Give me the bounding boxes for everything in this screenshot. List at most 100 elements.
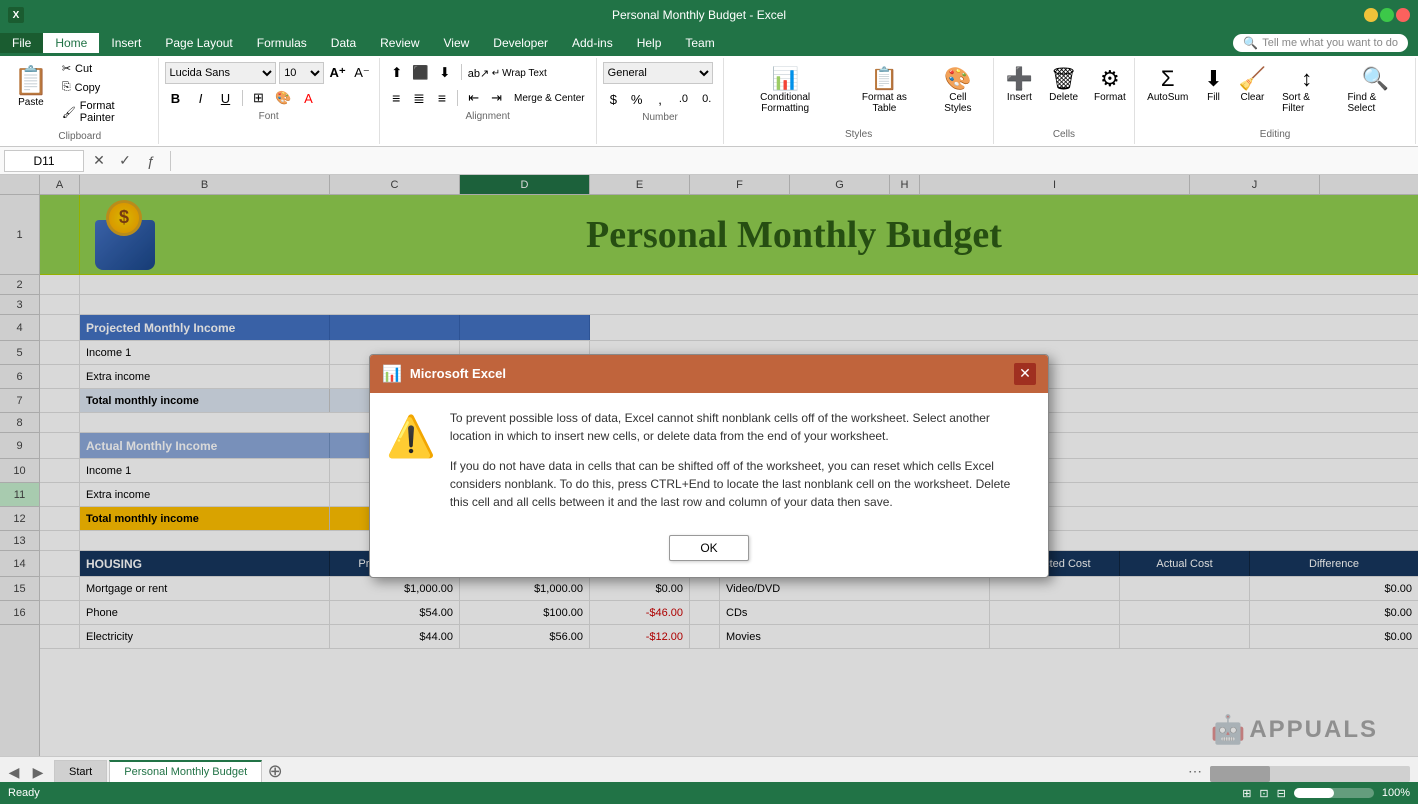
align-center-btn[interactable]: ≣ — [409, 87, 430, 109]
font-color-btn[interactable]: A — [298, 87, 320, 109]
align-right-btn[interactable]: ≡ — [431, 87, 452, 109]
menu-addins[interactable]: Add-ins — [560, 33, 625, 53]
formula-cancel-btn[interactable]: ✕ — [88, 150, 110, 172]
close-btn[interactable] — [1396, 8, 1410, 22]
delete-cells-btn[interactable]: 🗑 Delete — [1043, 62, 1084, 127]
styles-group: 📊 Conditional Formatting 📋 Format as Tab… — [724, 58, 993, 144]
orientation-btn[interactable]: ab↗ — [467, 62, 489, 84]
sort-filter-btn[interactable]: ↕ Sort & Filter — [1276, 62, 1337, 127]
font-group: Lucida Sans 10 A⁺ A⁻ B I U ⊞ 🎨 A — [159, 58, 380, 144]
currency-btn[interactable]: $ — [603, 88, 624, 110]
font-decrease-btn[interactable]: A⁻ — [351, 62, 372, 84]
add-sheet-btn[interactable]: ⊕ — [264, 760, 286, 782]
merge-center-btn[interactable]: Merge & Center — [509, 87, 590, 109]
clipboard-group: 📋 Paste ✂Cut ⎘Copy 🖌Format Painter — [2, 58, 159, 144]
app-title: Personal Monthly Budget - Excel — [34, 8, 1364, 22]
dialog-message1: To prevent possible loss of data, Excel … — [450, 409, 1032, 445]
formula-input[interactable] — [179, 150, 1414, 172]
menu-data[interactable]: Data — [319, 33, 368, 53]
dialog-overlay: 📊 Microsoft Excel ✕ ⚠️ To prevent possib… — [0, 175, 1418, 756]
view-preview-btn[interactable]: ⊟ — [1277, 787, 1286, 800]
copy-button[interactable]: ⎘Copy — [58, 79, 154, 96]
dialog-icon-left: 📊 — [382, 364, 402, 384]
dialog-message2: If you do not have data in cells that ca… — [450, 457, 1032, 511]
percent-btn[interactable]: % — [626, 88, 647, 110]
paste-button[interactable]: 📋 Paste — [6, 60, 56, 112]
number-group: General $ % , .0 0. Number — [597, 58, 725, 144]
menu-file[interactable]: File — [0, 33, 43, 53]
increase-indent-btn[interactable]: ⇥ — [486, 87, 507, 109]
wrap-text-btn[interactable]: ↵Wrap Text — [491, 62, 561, 84]
comma-btn[interactable]: , — [649, 88, 670, 110]
cut-button[interactable]: ✂Cut — [58, 60, 154, 77]
copy-label: Copy — [75, 82, 101, 94]
nav-left-btn[interactable]: ◀ — [4, 762, 24, 782]
search-box[interactable]: 🔍 Tell me what you want to do — [1233, 34, 1408, 52]
number-format-select[interactable]: General — [603, 62, 713, 84]
font-size-select[interactable]: 10 — [279, 62, 324, 84]
menu-view[interactable]: View — [432, 33, 482, 53]
zoom-level: 100% — [1382, 787, 1410, 799]
font-group-label: Font — [165, 111, 373, 122]
align-left-btn[interactable]: ≡ — [386, 87, 407, 109]
menu-formulas[interactable]: Formulas — [245, 33, 319, 53]
find-select-btn[interactable]: 🔍 Find & Select — [1341, 62, 1409, 127]
dialog-titlebar: 📊 Microsoft Excel ✕ — [370, 355, 1048, 393]
fill-btn[interactable]: ⬇ Fill — [1198, 62, 1228, 127]
bold-btn[interactable]: B — [165, 87, 187, 109]
menu-help[interactable]: Help — [625, 33, 674, 53]
font-increase-btn[interactable]: A⁺ — [327, 62, 348, 84]
search-placeholder: Tell me what you want to do — [1262, 37, 1398, 49]
autosum-btn[interactable]: Σ AutoSum — [1141, 62, 1194, 127]
minimize-btn[interactable] — [1364, 8, 1378, 22]
dialog-title: Microsoft Excel — [410, 366, 1014, 381]
border-btn[interactable]: ⊞ — [248, 87, 270, 109]
status-ready: Ready — [8, 787, 40, 799]
clear-btn[interactable]: 🧹 Clear — [1233, 62, 1272, 127]
format-painter-label: Format Painter — [80, 100, 150, 124]
align-middle-btn[interactable]: ⬛ — [410, 62, 432, 84]
horizontal-scrollbar[interactable] — [1210, 766, 1410, 782]
underline-btn[interactable]: U — [215, 87, 237, 109]
menu-page-layout[interactable]: Page Layout — [153, 33, 244, 53]
view-page-btn[interactable]: ⊡ — [1259, 787, 1268, 800]
alignment-group-label: Alignment — [386, 111, 590, 122]
menu-team[interactable]: Team — [673, 33, 726, 53]
menu-insert[interactable]: Insert — [99, 33, 153, 53]
italic-btn[interactable]: I — [190, 87, 212, 109]
formula-function-btn[interactable]: ƒ — [140, 150, 162, 172]
increase-decimal-btn[interactable]: 0. — [696, 88, 717, 110]
cells-group: ➕ Insert 🗑 Delete ⚙ Format Cells — [994, 58, 1135, 144]
sheet-tab-start[interactable]: Start — [54, 760, 107, 782]
decrease-indent-btn[interactable]: ⇤ — [463, 87, 484, 109]
sheet-tab-budget[interactable]: Personal Monthly Budget — [109, 760, 262, 782]
menu-home[interactable]: Home — [43, 33, 99, 53]
clipboard-group-label: Clipboard — [6, 131, 154, 142]
insert-cells-btn[interactable]: ➕ Insert — [1000, 62, 1039, 127]
view-normal-btn[interactable]: ⊞ — [1242, 787, 1251, 800]
menu-developer[interactable]: Developer — [481, 33, 560, 53]
status-bar: Ready ⊞ ⊡ ⊟ 100% — [0, 782, 1418, 804]
format-as-table-btn[interactable]: 📋 Format as Table — [844, 62, 925, 118]
dialog-close-button[interactable]: ✕ — [1014, 363, 1036, 385]
format-cells-btn[interactable]: ⚙ Format — [1088, 62, 1132, 127]
number-group-label: Number — [603, 112, 718, 123]
paste-label: Paste — [18, 97, 44, 108]
font-name-select[interactable]: Lucida Sans — [165, 62, 277, 84]
dialog-body: ⚠️ To prevent possible loss of data, Exc… — [370, 393, 1048, 527]
cell-styles-btn[interactable]: 🎨 Cell Styles — [929, 62, 987, 118]
styles-group-label: Styles — [730, 129, 986, 140]
fill-color-btn[interactable]: 🎨 — [273, 87, 295, 109]
conditional-formatting-btn[interactable]: 📊 Conditional Formatting — [730, 62, 839, 118]
sheet-options-btn[interactable]: ⋯ — [1184, 760, 1206, 782]
formula-enter-btn[interactable]: ✓ — [114, 150, 136, 172]
menu-review[interactable]: Review — [368, 33, 431, 53]
maximize-btn[interactable] — [1380, 8, 1394, 22]
align-top-btn[interactable]: ⬆ — [386, 62, 408, 84]
nav-right-btn[interactable]: ▶ — [28, 762, 48, 782]
cell-ref-input[interactable] — [4, 150, 84, 172]
dialog-ok-button[interactable]: OK — [669, 535, 748, 561]
format-painter-button[interactable]: 🖌Format Painter — [58, 98, 154, 126]
align-bottom-btn[interactable]: ⬇ — [434, 62, 456, 84]
decrease-decimal-btn[interactable]: .0 — [673, 88, 694, 110]
